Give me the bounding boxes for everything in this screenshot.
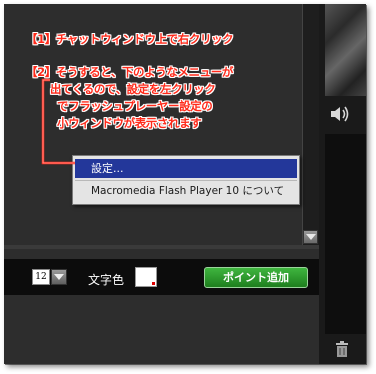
chat-input-toolbar: 12 文字色 ポイント追加	[4, 259, 319, 295]
chevron-down-icon	[306, 234, 316, 240]
annotation-step-1: 【1】チャットウィンドウ上で右クリック	[26, 32, 234, 46]
text-color-picker[interactable]	[135, 267, 157, 287]
annotation-step-2-line-3: でフラッシュプレーヤー設定の	[57, 99, 213, 113]
video-area	[325, 134, 366, 334]
flash-chat-window: 12 文字色 ポイント追加 設定... Macromedia Flash Pla…	[4, 4, 366, 364]
annotation-step-2-line-1: 【2】そうすると、下のようなメニューが	[26, 65, 233, 79]
annotation-step-2-line-2: 出てくるので、設定を左クリック	[50, 82, 216, 96]
trash-icon[interactable]	[334, 340, 350, 358]
font-size-value[interactable]: 12	[32, 269, 50, 285]
lower-spacer	[4, 249, 319, 259]
add-point-button[interactable]: ポイント追加	[204, 267, 308, 288]
annotation-step-2: 【2】そうすると、下のようなメニューが 出てくるので、設定を左クリック でフラッ…	[26, 64, 233, 132]
chat-scrollbar[interactable]	[302, 4, 319, 245]
font-size-dropdown-button[interactable]	[51, 269, 67, 285]
bottom-area	[4, 295, 319, 364]
context-menu: 設定... Macromedia Flash Player 10 について	[72, 155, 300, 205]
scroll-down-button[interactable]	[303, 230, 318, 244]
menu-item-settings[interactable]: 設定...	[75, 159, 297, 178]
video-thumbnail	[325, 4, 366, 96]
menu-separator	[75, 180, 297, 181]
speaker-icon[interactable]	[329, 104, 351, 124]
annotation-step-2-line-4: 小ウィンドウが表示されます	[57, 116, 202, 130]
chevron-down-icon	[54, 274, 64, 280]
video-panel	[319, 4, 366, 364]
text-color-label: 文字色	[88, 273, 125, 287]
menu-item-about-flash[interactable]: Macromedia Flash Player 10 について	[75, 182, 297, 201]
